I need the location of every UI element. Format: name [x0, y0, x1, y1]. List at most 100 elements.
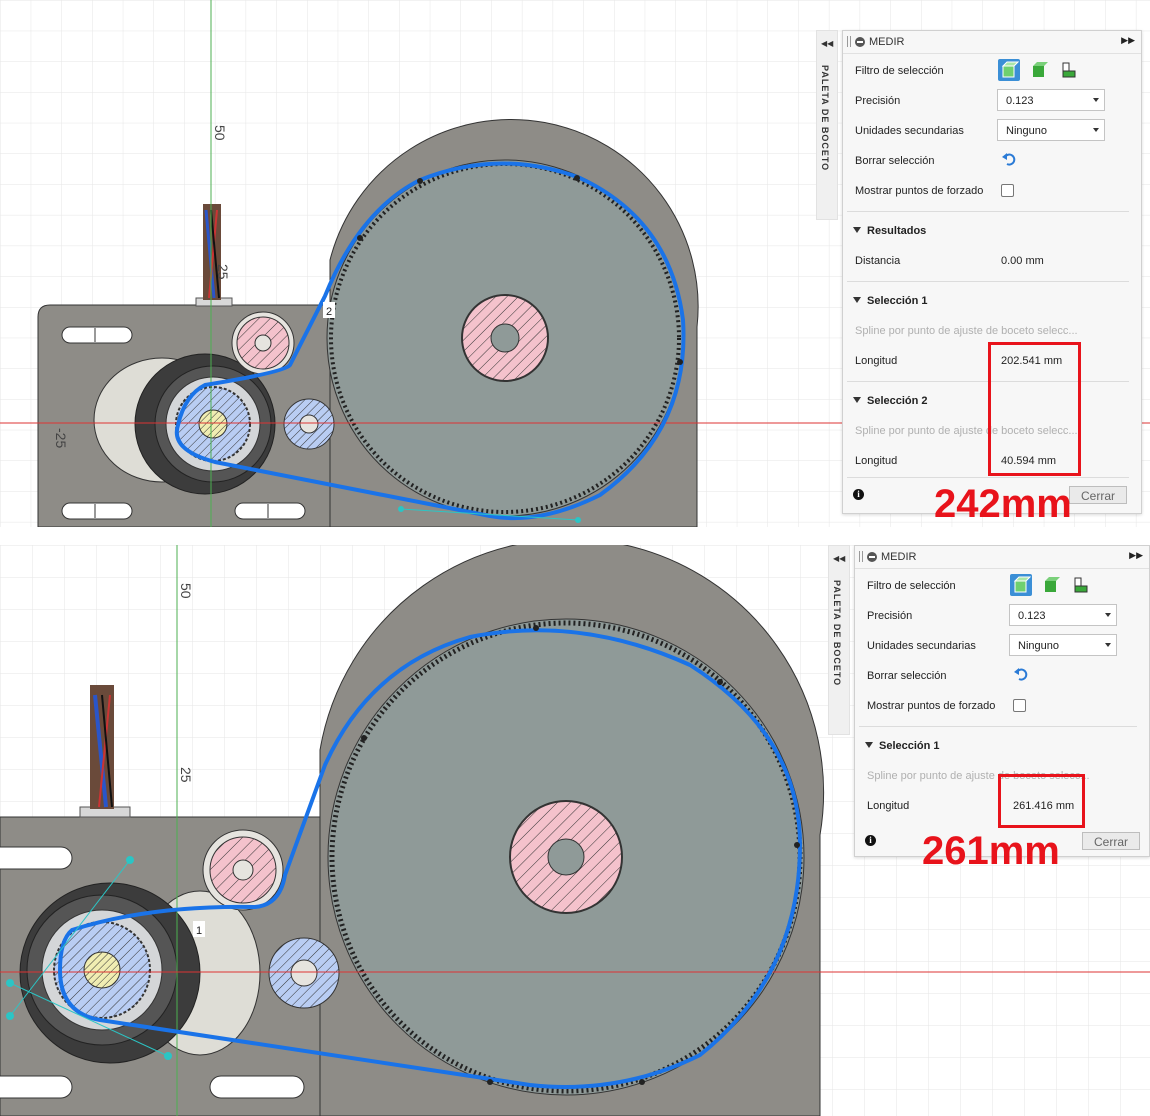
- point-label: 1: [196, 925, 202, 937]
- undo-icon[interactable]: [1013, 666, 1029, 685]
- length-label: Longitud: [855, 355, 898, 367]
- clear-selection-label: Borrar selección: [855, 155, 935, 167]
- face-filter-icon[interactable]: [1040, 574, 1062, 596]
- mount-slot: [61, 502, 133, 520]
- length-label: Longitud: [855, 455, 898, 467]
- precision-label: Precisión: [867, 610, 913, 622]
- collapse-triangle-icon: [853, 397, 861, 403]
- secondary-units-value: Ninguno: [1006, 125, 1047, 137]
- secondary-units-row: Unidades secundarias Ninguno: [855, 119, 1129, 143]
- body-filter-icon[interactable]: [998, 59, 1020, 81]
- chevron-down-icon: [1093, 98, 1099, 102]
- motor-shaft: [83, 951, 121, 989]
- sketch-palette-title: PALETA DE BOCETO: [820, 65, 830, 172]
- axis-label-50: 50: [212, 125, 228, 141]
- edge-filter-icon[interactable]: [1070, 574, 1092, 596]
- distance-row: Distancia 0.00 mm: [855, 249, 1129, 273]
- distance-label: Distancia: [855, 255, 901, 267]
- secondary-units-label: Unidades secundarias: [855, 125, 964, 137]
- mount-slot: [234, 502, 306, 520]
- snap-points-row: Mostrar puntos de forzado: [855, 179, 1129, 203]
- annotation-total: 242mm: [934, 482, 1072, 526]
- axis-label-50: 50: [178, 583, 194, 599]
- mount-slot: [0, 1075, 73, 1099]
- axis-label-25: 25: [178, 767, 194, 783]
- body-filter-icon[interactable]: [1010, 574, 1032, 596]
- secondary-units-dropdown[interactable]: Ninguno: [1009, 634, 1117, 656]
- motor-shaft: [198, 409, 228, 439]
- section-title: Resultados: [867, 225, 927, 237]
- mount-slot: [209, 1075, 305, 1099]
- precision-dropdown[interactable]: 0.123: [997, 89, 1105, 111]
- snap-points-row: Mostrar puntos de forzado: [867, 694, 1137, 718]
- viewport-top[interactable]: 50 25 -25 2 ◀◀ PALETA DE BOCETO MEDIR ▶▶…: [0, 0, 1150, 527]
- clear-selection-row: Borrar selección: [867, 664, 1137, 688]
- distance-value: 0.00 mm: [1001, 255, 1044, 267]
- expand-arrows-icon[interactable]: ▶▶: [1129, 550, 1143, 561]
- info-icon[interactable]: i: [853, 489, 864, 500]
- axis-label-neg25: -25: [53, 428, 69, 448]
- precision-dropdown[interactable]: 0.123: [1009, 604, 1117, 626]
- clear-selection-row: Borrar selección: [855, 149, 1129, 173]
- expand-arrows-icon[interactable]: ▶▶: [1121, 35, 1135, 46]
- edge-filter-icon[interactable]: [1058, 59, 1080, 81]
- selection1-subtitle: Spline por punto de ajuste de boceto sel…: [855, 325, 1078, 337]
- panel-header[interactable]: MEDIR ▶▶: [843, 31, 1141, 54]
- precision-value: 0.123: [1018, 610, 1046, 622]
- highlight-box: [998, 774, 1085, 828]
- section-title: Selección 2: [867, 395, 928, 407]
- secondary-units-value: Ninguno: [1018, 640, 1059, 652]
- sketch-palette-tab[interactable]: ◀◀ PALETA DE BOCETO: [828, 545, 850, 735]
- selection1-section-header[interactable]: Selección 1: [851, 291, 1129, 313]
- info-icon[interactable]: i: [865, 835, 876, 846]
- separator: [0, 527, 1150, 545]
- results-section-header[interactable]: Resultados: [851, 221, 1129, 243]
- snap-points-checkbox[interactable]: [1001, 184, 1014, 197]
- point-label: 2: [326, 306, 332, 318]
- drag-grip-icon[interactable]: [859, 551, 863, 562]
- collapse-triangle-icon: [865, 742, 873, 748]
- drag-grip-icon[interactable]: [847, 36, 851, 47]
- motor-cable: [203, 204, 221, 300]
- filter-row: Filtro de selección: [867, 574, 1137, 598]
- undo-icon[interactable]: [1001, 151, 1017, 170]
- panel-title: MEDIR: [869, 36, 905, 48]
- section-title: Selección 1: [879, 740, 940, 752]
- mount-slot: [0, 846, 73, 870]
- precision-label: Precisión: [855, 95, 901, 107]
- collapse-triangle-icon: [853, 297, 861, 303]
- minus-circle-icon[interactable]: [855, 37, 865, 47]
- secondary-units-label: Unidades secundarias: [867, 640, 976, 652]
- minus-circle-icon[interactable]: [867, 552, 877, 562]
- close-button[interactable]: Cerrar: [1082, 832, 1140, 850]
- snap-points-label: Mostrar puntos de forzado: [867, 700, 996, 712]
- chevron-down-icon: [1105, 613, 1111, 617]
- selection1-section-header[interactable]: Selección 1: [863, 736, 1137, 758]
- face-filter-icon[interactable]: [1028, 59, 1050, 81]
- selection1-subtitle-row: Spline por punto de ajuste de boceto sel…: [855, 319, 1129, 343]
- motor-cable: [90, 685, 114, 809]
- sketch-palette-title: PALETA DE BOCETO: [832, 580, 842, 687]
- length-label: Longitud: [867, 800, 910, 812]
- filter-row: Filtro de selección: [855, 59, 1129, 83]
- clear-selection-label: Borrar selección: [867, 670, 947, 682]
- collapse-arrows-icon[interactable]: ◀◀: [821, 39, 833, 48]
- snap-points-checkbox[interactable]: [1013, 699, 1026, 712]
- secondary-units-dropdown[interactable]: Ninguno: [997, 119, 1105, 141]
- sketch-palette-tab[interactable]: ◀◀ PALETA DE BOCETO: [816, 30, 838, 220]
- section-title: Selección 1: [867, 295, 928, 307]
- chevron-down-icon: [1105, 643, 1111, 647]
- filter-label: Filtro de selección: [855, 65, 944, 77]
- secondary-units-row: Unidades secundarias Ninguno: [867, 634, 1137, 658]
- chevron-down-icon: [1093, 128, 1099, 132]
- viewport-bottom[interactable]: 50 25 1 ◀◀ PALETA DE BOCETO MEDIR ▶▶ Fil…: [0, 545, 1150, 1116]
- mount-slot: [61, 326, 133, 344]
- collapse-triangle-icon: [853, 227, 861, 233]
- precision-row: Precisión 0.123: [855, 89, 1129, 113]
- close-button[interactable]: Cerrar: [1069, 486, 1127, 504]
- precision-row: Precisión 0.123: [867, 604, 1137, 628]
- collapse-arrows-icon[interactable]: ◀◀: [833, 554, 845, 563]
- snap-points-label: Mostrar puntos de forzado: [855, 185, 984, 197]
- filter-label: Filtro de selección: [867, 580, 956, 592]
- panel-header[interactable]: MEDIR ▶▶: [855, 546, 1149, 569]
